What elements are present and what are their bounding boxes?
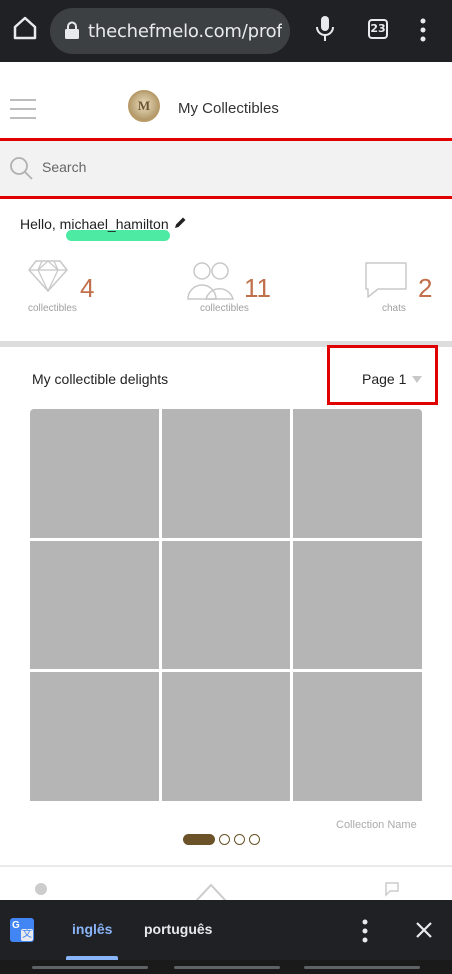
- hamburger-menu-icon[interactable]: [10, 99, 36, 119]
- microphone-icon[interactable]: [314, 14, 336, 44]
- grid-cell[interactable]: [293, 672, 422, 801]
- bottom-navigation: [0, 866, 452, 901]
- grid-cell[interactable]: [30, 409, 159, 538]
- app-header: My Collectibles: [0, 62, 452, 140]
- kebab-menu-icon[interactable]: [418, 17, 428, 43]
- pager-dots: [183, 832, 260, 846]
- grid-cell[interactable]: [30, 672, 159, 801]
- home-nav-icon[interactable]: [194, 881, 228, 901]
- edit-pencil-icon[interactable]: [173, 216, 187, 230]
- pager-dot-active[interactable]: [183, 833, 215, 845]
- stat-label: chats: [382, 303, 406, 314]
- pager-dot[interactable]: [234, 833, 245, 845]
- profile-nav-icon[interactable]: [32, 881, 50, 901]
- collection-title: My collectible delights: [32, 371, 169, 387]
- gesture-handle: [304, 966, 420, 969]
- gesture-handle[interactable]: [174, 966, 280, 969]
- grid-cell[interactable]: [161, 672, 291, 801]
- people-icon: [187, 262, 234, 300]
- pager-dot[interactable]: [249, 833, 260, 845]
- chevron-down-icon[interactable]: [412, 376, 422, 383]
- gesture-handle: [32, 966, 148, 969]
- browser-toolbar: thechefmelo.com/profile_p 23: [0, 0, 452, 62]
- kebab-menu-icon[interactable]: [360, 918, 370, 944]
- stat-value: 4: [80, 273, 95, 303]
- chat-bubble-icon: [365, 262, 407, 298]
- page-title: My Collectibles: [178, 100, 279, 117]
- pager-dot[interactable]: [219, 833, 230, 845]
- url-text: thechefmelo.com/profile_p: [88, 21, 282, 42]
- grid-cell[interactable]: [293, 409, 422, 538]
- greeting-text: Hello, michael_hamilton: [20, 216, 169, 232]
- stat-label: collectibles: [28, 303, 77, 314]
- lock-icon: [65, 21, 79, 39]
- stat-value: 2: [418, 273, 433, 303]
- tab-target-language[interactable]: português: [144, 921, 212, 937]
- search-icon: [10, 157, 33, 180]
- diamond-icon: [28, 260, 68, 293]
- brand-logo[interactable]: [128, 90, 160, 122]
- system-navigation: [0, 960, 452, 974]
- page-select[interactable]: Page 1: [362, 371, 406, 387]
- close-icon[interactable]: [414, 920, 434, 940]
- search-placeholder: Search: [42, 159, 87, 175]
- collection-grid: [30, 409, 422, 801]
- translate-bar: inglês português: [0, 900, 452, 960]
- grid-cell[interactable]: [293, 540, 422, 670]
- grid-cell[interactable]: [161, 540, 291, 670]
- grid-cell[interactable]: [161, 409, 291, 538]
- tab-switcher-button[interactable]: 23: [368, 19, 388, 39]
- grid-cell[interactable]: [30, 540, 159, 670]
- home-icon[interactable]: [12, 15, 38, 41]
- search-input[interactable]: Search: [0, 141, 452, 197]
- collection-name: Collection Name: [336, 819, 417, 831]
- google-translate-icon[interactable]: [10, 918, 34, 942]
- collection-section: My collectible delights Page 1 Collectio…: [0, 345, 452, 865]
- tab-source-language[interactable]: inglês: [72, 921, 112, 937]
- stat-label: collectibles: [200, 303, 249, 314]
- stat-value: 11: [244, 273, 271, 303]
- profile-summary: Hello, michael_hamilton 4 collectibles 1…: [0, 199, 452, 341]
- address-bar[interactable]: thechefmelo.com/profile_p: [50, 8, 290, 54]
- chat-nav-icon[interactable]: [384, 881, 400, 901]
